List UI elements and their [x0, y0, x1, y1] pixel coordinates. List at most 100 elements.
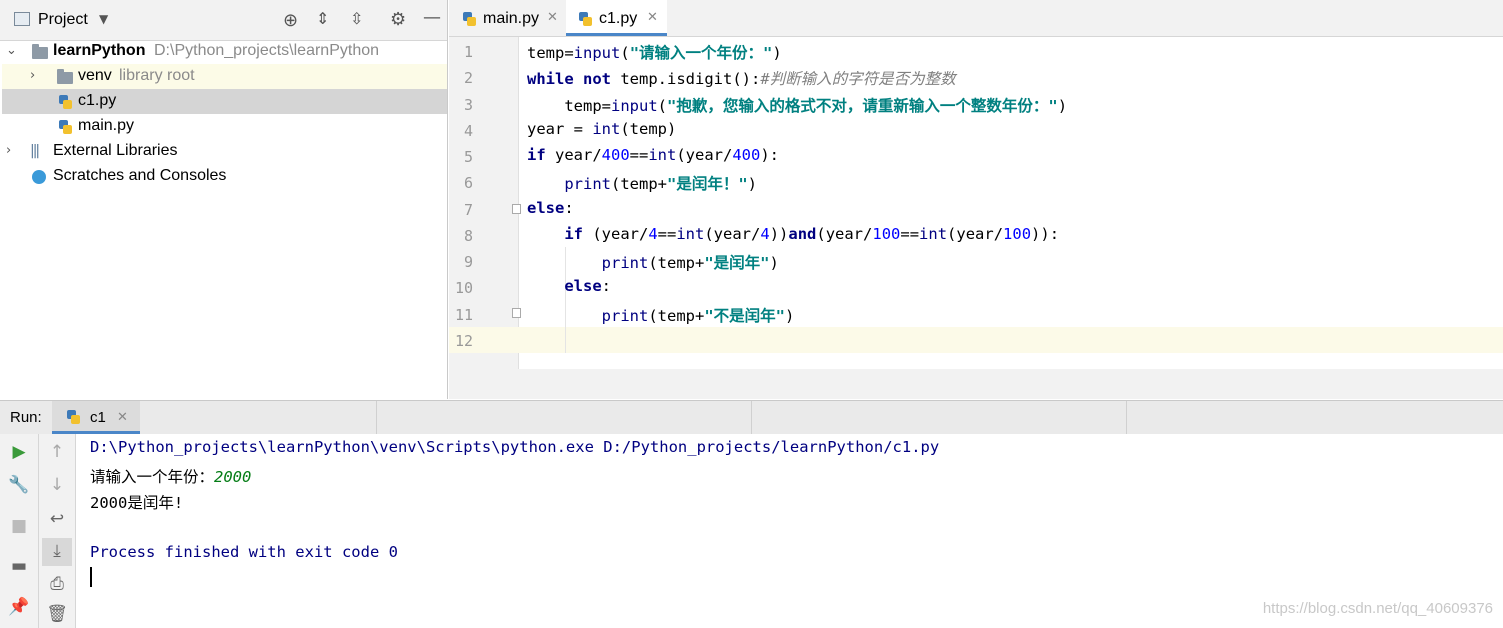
- code-token: int: [919, 225, 948, 243]
- code-token: "是闰年！": [667, 175, 748, 193]
- scroll-to-end-icon[interactable]: ⤓: [39, 541, 75, 561]
- editor-tabs: main.py ✕ c1.py ✕: [449, 0, 1503, 37]
- code-token: 4: [648, 225, 658, 243]
- venv-hint: library root: [119, 67, 195, 84]
- rerun-icon[interactable]: ▶: [1, 442, 37, 462]
- tree-item-main-py[interactable]: main.py: [2, 114, 447, 139]
- code-token: int: [676, 225, 705, 243]
- fold-marker-icon[interactable]: [512, 308, 521, 318]
- code-token: )):: [1031, 225, 1060, 243]
- code-token: and: [788, 225, 817, 243]
- code-token: (: [657, 97, 668, 115]
- console-prompt: 请输入一个年份：: [90, 468, 215, 486]
- chevron-down-icon[interactable]: ⌄: [6, 43, 17, 58]
- python-file-icon: [59, 120, 72, 134]
- gear-icon[interactable]: ⚙: [390, 9, 406, 30]
- chevron-right-icon[interactable]: ›: [30, 68, 35, 83]
- console-finished: Process finished with exit code 0: [90, 543, 398, 561]
- code-comment: #判断输入的字符是否为整数: [760, 70, 956, 88]
- collapse-all-icon[interactable]: ⇳: [350, 9, 363, 28]
- expand-all-icon[interactable]: ⇕: [316, 9, 329, 28]
- tab-label: main.py: [483, 10, 540, 27]
- locate-target-icon[interactable]: ⊕: [283, 10, 298, 31]
- stop-icon[interactable]: ■: [1, 516, 37, 536]
- pin-icon[interactable]: 📌: [1, 597, 37, 617]
- code-token: "请输入一个年份：": [629, 44, 773, 62]
- code-token: temp=: [527, 97, 611, 115]
- project-panel-title[interactable]: Project: [38, 11, 88, 29]
- minimize-icon[interactable]: —: [423, 7, 441, 28]
- code-line: print(temp+"是闰年！"): [527, 172, 757, 194]
- trash-icon[interactable]: 🗑: [39, 604, 75, 624]
- line-number: 12: [454, 332, 473, 350]
- code-token: 400: [601, 146, 630, 164]
- folder-icon: [32, 44, 48, 59]
- print-icon[interactable]: ⎙: [39, 574, 75, 594]
- divider: [1126, 401, 1127, 434]
- close-icon[interactable]: ✕: [117, 410, 128, 425]
- venv-label: venv: [78, 67, 112, 84]
- library-icon: |||: [30, 143, 40, 159]
- tree-item-c1-py[interactable]: c1.py: [2, 89, 447, 114]
- code-token: print: [564, 175, 611, 193]
- close-icon[interactable]: ✕: [547, 10, 558, 25]
- code-line: else:: [527, 277, 611, 295]
- code-line: print(temp+"是闰年"): [527, 251, 779, 273]
- code-token: (temp+: [648, 254, 705, 272]
- code-token: not: [583, 70, 612, 88]
- tab-c1-py[interactable]: c1.py ✕: [566, 0, 667, 36]
- run-tab-label: c1: [90, 409, 106, 426]
- close-icon[interactable]: ✕: [647, 10, 658, 25]
- arrow-down-icon[interactable]: ↓: [39, 475, 75, 495]
- fold-marker-icon[interactable]: [512, 204, 521, 214]
- code-token: ): [769, 254, 779, 272]
- tab-main-py[interactable]: main.py ✕: [449, 0, 565, 36]
- code-token: year =: [527, 120, 593, 138]
- wrench-icon[interactable]: 🔧: [1, 475, 37, 495]
- arrow-up-icon[interactable]: ↑: [39, 442, 75, 462]
- code-token: temp=: [527, 44, 574, 62]
- code-token: input: [573, 44, 621, 62]
- code-token: print: [601, 307, 649, 325]
- code-token: ): [1057, 97, 1068, 115]
- project-panel: Project ▼ ⊕ ⇕ ⇳ ⚙ — ⌄ learnPython D:\Pyt…: [0, 0, 448, 399]
- code-token: else: [527, 199, 565, 217]
- code-token: "不是闰年": [704, 307, 785, 325]
- line-number: 4: [463, 122, 473, 140]
- scratches-icon: [32, 170, 46, 184]
- console-output[interactable]: [76, 434, 1503, 628]
- console-result: 2000是闰年!: [90, 494, 184, 512]
- tree-item-learnpython[interactable]: ⌄ learnPython D:\Python_projects\learnPy…: [2, 39, 447, 64]
- soft-wrap-icon[interactable]: ↩: [39, 509, 75, 529]
- layout-icon[interactable]: ▬: [1, 556, 37, 576]
- file-c1-label: c1.py: [78, 92, 117, 109]
- editor-empty-area: [449, 369, 1503, 399]
- run-tab-c1[interactable]: c1 ✕: [52, 401, 140, 434]
- code-token: ): [747, 175, 758, 193]
- code-token: 100: [872, 225, 901, 243]
- code-token: print: [601, 254, 649, 272]
- code-token: (year/: [676, 146, 733, 164]
- run-toolbar-right: ↑ ↓ ↩ ⤓ ⎙ 🗑: [39, 434, 76, 628]
- code-token: if: [564, 225, 583, 243]
- dropdown-arrow-icon[interactable]: ▼: [99, 12, 108, 26]
- python-file-icon: [579, 12, 592, 26]
- code-token: ==: [629, 146, 649, 164]
- tree-item-external-libraries[interactable]: › ||| External Libraries: [2, 139, 447, 164]
- python-file-icon: [67, 410, 80, 424]
- tree-item-scratches[interactable]: Scratches and Consoles: [2, 164, 447, 189]
- code-token: 4: [760, 225, 770, 243]
- code-token: )): [769, 225, 789, 243]
- project-view-icon: [14, 12, 30, 26]
- code-token: int: [648, 146, 677, 164]
- file-main-label: main.py: [78, 117, 135, 134]
- line-number: 10: [454, 279, 473, 297]
- code-token: (temp): [620, 120, 677, 138]
- tree-item-venv[interactable]: › venv library root: [2, 64, 447, 89]
- code-line: temp=input("请输入一个年份："): [527, 41, 782, 63]
- chevron-right-icon[interactable]: ›: [6, 143, 11, 158]
- code-token: int: [592, 120, 621, 138]
